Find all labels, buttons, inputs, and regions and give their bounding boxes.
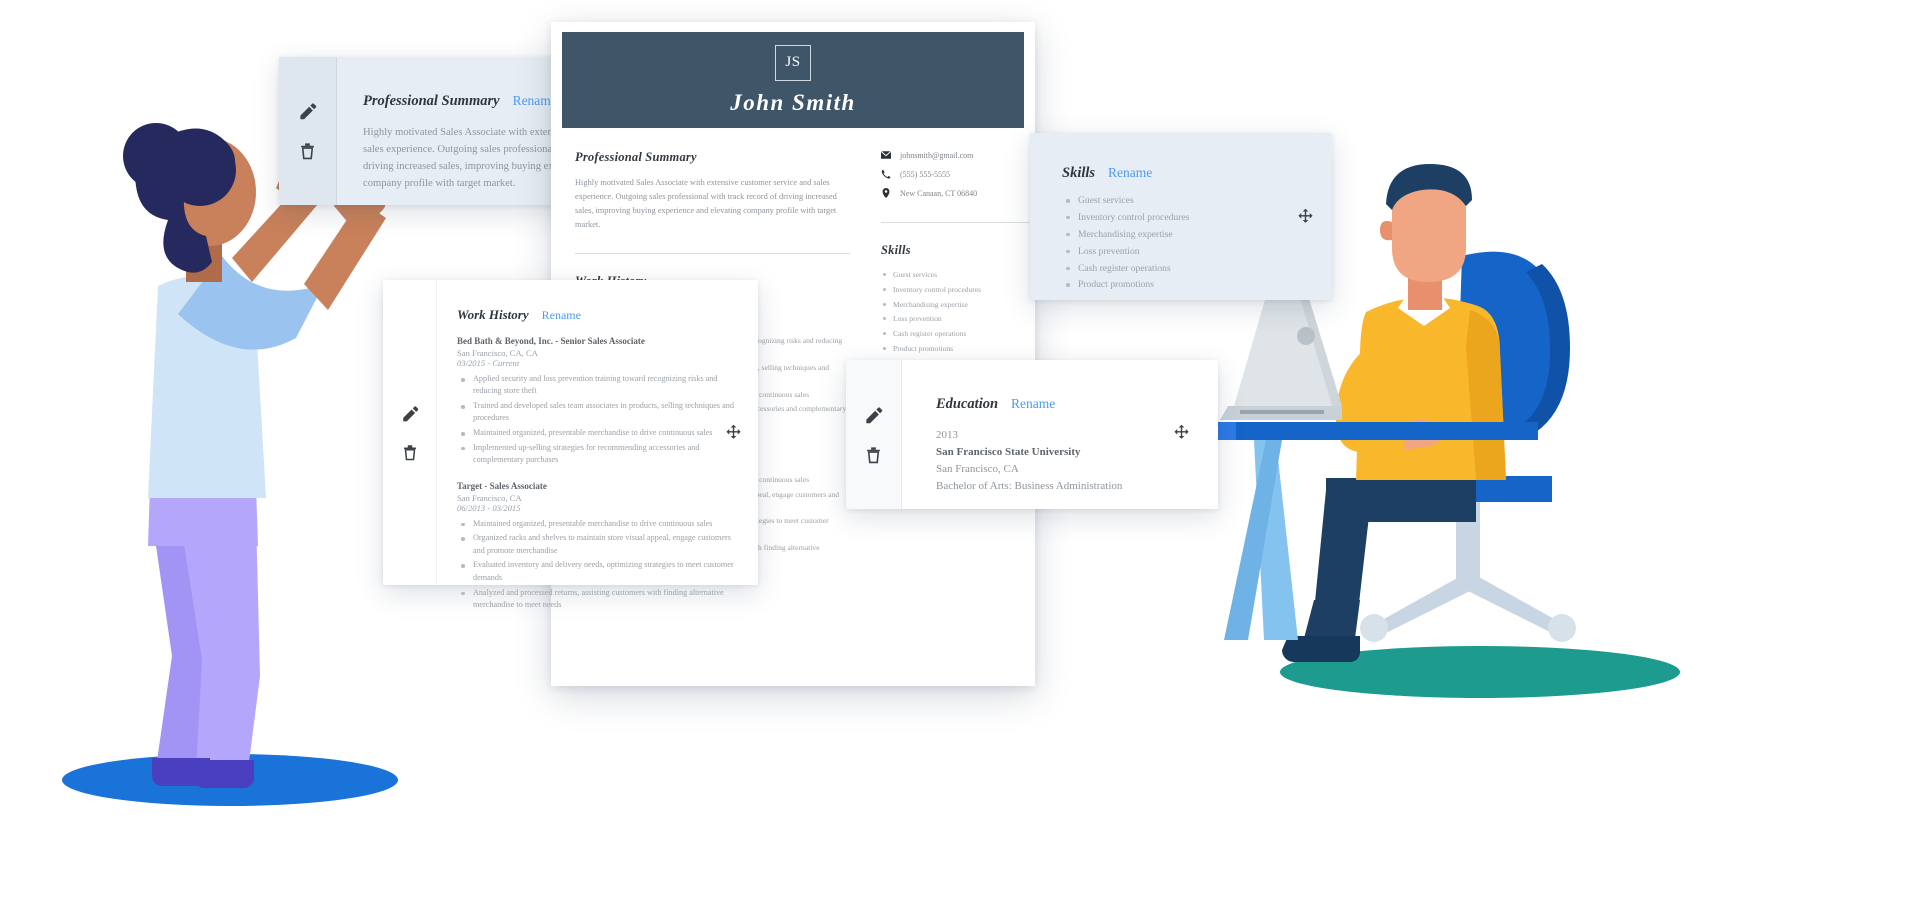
move-handle-icon[interactable] [1297, 208, 1314, 225]
education-card-title: Education [936, 396, 999, 412]
pencil-icon[interactable] [401, 405, 419, 423]
work-card-job-bullet: Analyzed and processed returns, assistin… [457, 587, 736, 612]
phone-icon [881, 169, 891, 179]
education-card-gutter [846, 360, 902, 509]
work-card-job-location: San Francisco, CA [457, 492, 522, 503]
pencil-icon[interactable] [298, 102, 317, 121]
chair-base-left [1382, 572, 1476, 632]
contact-address-row: New Canaan, CT 06840 [881, 188, 1046, 198]
chair-wheel-right [1548, 614, 1576, 642]
doc-skills-list: Guest services Inventory control procedu… [881, 269, 1046, 355]
pencil-icon[interactable] [864, 406, 883, 425]
skills-card-item[interactable]: Inventory control procedures [1062, 211, 1332, 225]
skills-card-header: Skills Rename [1062, 165, 1332, 182]
contact-address: New Canaan, CT 06840 [900, 188, 978, 198]
work-card-job-bullets: Applied security and loss prevention tra… [457, 373, 736, 467]
doc-skill-item: Cash register operations [881, 328, 1046, 340]
contact-email-row: johnsmith@gmail.com [881, 150, 1046, 160]
doc-side-divider [881, 222, 1046, 223]
doc-skill-item: Guest services [881, 269, 1046, 281]
work-card-job-bullet: Maintained organized, presentable mercha… [457, 518, 736, 530]
work-card-job-title: Bed Bath & Beyond, Inc. - Senior Sales A… [457, 336, 645, 346]
man-ear [1380, 221, 1392, 241]
education-editor-card[interactable]: Education Rename 2013 San Francisco Stat… [846, 360, 1218, 509]
doc-skill-item: Loss prevention [881, 313, 1046, 325]
monogram-initials: JS [775, 44, 811, 81]
work-card-gutter [383, 280, 437, 585]
chair-base-right [1462, 572, 1556, 632]
summary-card-title: Professional Summary [363, 93, 500, 109]
illustration-canvas: JS John Smith Professional Summary Highl… [0, 0, 1920, 912]
work-card-title: Work History [457, 307, 529, 322]
doc-divider [575, 253, 850, 255]
rename-link[interactable]: Rename [1108, 165, 1152, 181]
work-card-body: Work History Rename Bed Bath & Beyond, I… [437, 280, 758, 609]
work-card-job-bullet: Trained and developed sales team associa… [457, 400, 736, 425]
location-pin-icon [882, 188, 890, 198]
work-card-job-dates: 06/2013 - 03/2015 [457, 502, 521, 513]
skills-card-body: Skills Rename Guest services Inventory c… [1030, 133, 1332, 300]
education-card-body: Education Rename 2013 San Francisco Stat… [902, 360, 1218, 509]
resume-full-name: John Smith [730, 89, 856, 115]
doc-skills-heading: Skills [881, 243, 911, 257]
work-card-job-bullet: Evaluated inventory and delivery needs, … [457, 559, 736, 584]
work-card-job-entry[interactable]: Target - Sales Associate San Francisco, … [457, 481, 736, 612]
work-card-job-title: Target - Sales Associate [457, 480, 547, 491]
doc-summary-heading: Professional Summary [575, 150, 697, 164]
move-handle-icon[interactable] [1173, 424, 1190, 441]
education-location: San Francisco, CA [936, 463, 1019, 476]
doc-skill-item: Inventory control procedures [881, 284, 1046, 296]
skills-card-item[interactable]: Product promotions [1062, 278, 1332, 292]
resume-side-column: johnsmith@gmail.com (555) 555-5555 New C… [881, 150, 1046, 358]
contact-phone: (555) 555-5555 [900, 169, 950, 179]
work-card-job-bullet: Implemented up-selling strategies for re… [457, 442, 736, 467]
rename-link[interactable]: Rename [542, 308, 581, 323]
work-card-job-bullet: Maintained organized, presentable mercha… [457, 427, 736, 439]
work-card-job-entry[interactable]: Bed Bath & Beyond, Inc. - Senior Sales A… [457, 336, 736, 467]
woman-illustration [62, 123, 398, 806]
skills-editor-card[interactable]: Skills Rename Guest services Inventory c… [1030, 133, 1332, 300]
education-school: San Francisco State University [936, 446, 1081, 459]
education-degree: Bachelor of Arts: Business Administratio… [936, 480, 1123, 493]
skills-card-list: Guest services Inventory control procedu… [1062, 194, 1332, 293]
work-card-job-bullet: Organized racks and shelves to maintain … [457, 532, 736, 557]
laptop-keyboard-line [1240, 410, 1324, 414]
work-card-job-location: San Francisco, CA, CA [457, 348, 538, 358]
work-card-job-bullets: Maintained organized, presentable mercha… [457, 518, 736, 612]
skills-card-item[interactable]: Loss prevention [1062, 245, 1332, 259]
move-handle-icon[interactable] [725, 424, 742, 441]
work-card-job-dates: 03/2015 - Current [457, 358, 520, 368]
mail-icon [881, 150, 891, 159]
contact-phone-row: (555) 555-5555 [881, 169, 1046, 179]
contact-email: johnsmith@gmail.com [900, 150, 974, 160]
laptop-logo [1297, 327, 1315, 345]
skills-card-item[interactable]: Cash register operations [1062, 262, 1332, 276]
desk-top [1232, 422, 1538, 440]
skills-card-item[interactable]: Merchandising expertise [1062, 228, 1332, 242]
work-card-header: Work History Rename [457, 307, 736, 323]
trash-icon[interactable] [401, 443, 419, 461]
work-card-job-bullet: Applied security and loss prevention tra… [457, 373, 736, 398]
doc-skill-item: Merchandising expertise [881, 299, 1046, 311]
trash-icon[interactable] [864, 445, 883, 464]
work-history-editor-card[interactable]: Work History Rename Bed Bath & Beyond, I… [383, 280, 758, 609]
man-leg-lower [1314, 490, 1372, 612]
chair-wheel-left [1360, 614, 1388, 642]
rename-link[interactable]: Rename [1011, 396, 1055, 412]
woman-shoe-front [194, 760, 254, 788]
skills-card-title: Skills [1062, 165, 1096, 181]
trash-icon[interactable] [298, 141, 317, 160]
doc-skill-item: Product promotions [881, 343, 1046, 355]
resume-document-header: JS John Smith [562, 32, 1024, 128]
skills-card-item[interactable]: Guest services [1062, 194, 1332, 208]
education-card-header: Education Rename [936, 396, 1218, 413]
woman-hair-bun-2 [164, 134, 236, 206]
doc-summary-text: Highly motivated Sales Associate with ex… [575, 178, 837, 229]
summary-card-gutter [279, 57, 337, 205]
